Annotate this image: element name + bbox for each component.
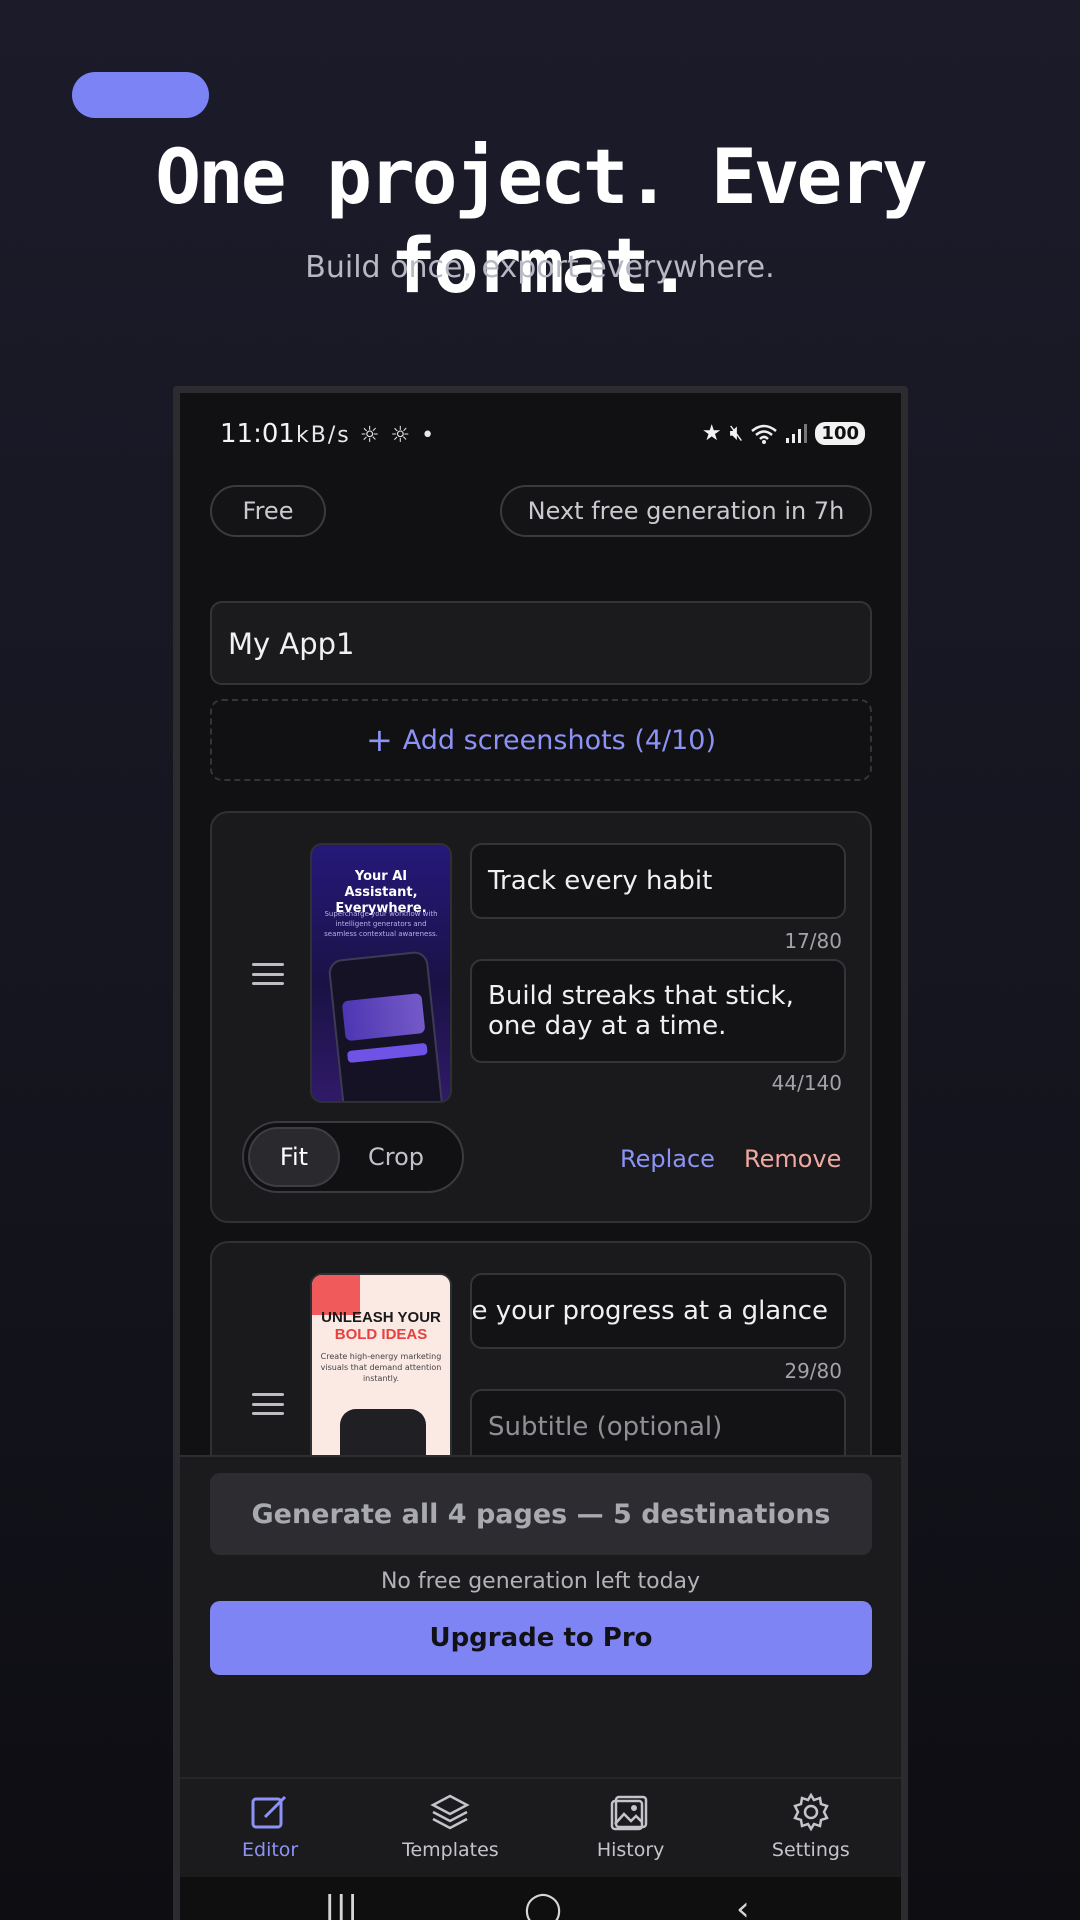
battery-indicator: 100	[815, 422, 865, 445]
star-icon: ★	[701, 421, 722, 446]
fit-crop-toggle: Fit Crop	[242, 1121, 464, 1193]
nav-item-history[interactable]: History	[541, 1779, 721, 1877]
gallery-icon	[610, 1795, 647, 1831]
add-screenshots-button[interactable]: + Add screenshots (4/10)	[210, 699, 872, 781]
upgrade-button[interactable]: Upgrade to Pro	[210, 1601, 872, 1675]
recent-apps-icon[interactable]: |||	[324, 1889, 358, 1920]
fit-option[interactable]: Fit	[248, 1127, 340, 1187]
add-screenshots-label: Add screenshots (4/10)	[402, 724, 717, 756]
nav-label: History	[596, 1839, 665, 1861]
nav-item-editor[interactable]: Editor	[180, 1779, 360, 1877]
edit-icon	[251, 1795, 287, 1829]
signal-icon	[786, 423, 808, 443]
wifi-icon	[751, 424, 778, 444]
layers-icon	[430, 1794, 471, 1830]
gear-icon	[793, 1792, 829, 1832]
thumbnail-title: UNLEASH YOUR BOLD IDEAS	[312, 1309, 450, 1343]
nav-label: Settings	[771, 1839, 850, 1861]
phone-frame: 11:01 kB/s ☼ ☼ • ★ 🔇︎ 100 Free Next free…	[173, 386, 908, 1920]
hero-accent-pill	[72, 72, 209, 118]
replace-button[interactable]: Replace	[620, 1145, 715, 1173]
nav-label: Editor	[242, 1839, 299, 1861]
drag-handle-icon[interactable]	[252, 1393, 284, 1415]
project-name-input[interactable]: My App1	[210, 601, 872, 685]
generate-panel: Generate all 4 pages — 5 destinations No…	[180, 1455, 901, 1815]
back-icon[interactable]: ‹	[736, 1889, 750, 1920]
plan-chip[interactable]: Free	[210, 485, 326, 537]
subtitle-input[interactable]: Build streaks that stick, one day at a t…	[470, 959, 846, 1063]
drag-handle-icon[interactable]	[252, 963, 284, 985]
plus-icon: +	[365, 721, 393, 759]
mute-icon: 🔇︎	[729, 421, 744, 446]
status-bar: 11:01 kB/s ☼ ☼ • ★ 🔇︎ 100	[220, 419, 865, 455]
remove-button[interactable]: Remove	[744, 1145, 841, 1173]
thumbnail-subtitle: Supercharge your workflow with intellige…	[324, 910, 438, 938]
next-generation-chip: Next free generation in 7h	[500, 485, 872, 537]
title-counter: 17/80	[784, 929, 842, 953]
title-counter: 29/80	[784, 1359, 842, 1383]
title-input[interactable]: See your progress at a glance	[470, 1273, 846, 1349]
thumbnail-title-line-1: UNLEASH YOUR	[321, 1309, 441, 1326]
title-input[interactable]: Track every habit	[470, 843, 846, 919]
thumbnail-title-line-2: BOLD IDEAS	[334, 1326, 428, 1343]
subtitle-counter: 44/140	[771, 1071, 842, 1095]
status-left-icons: kB/s ☼ ☼ •	[296, 423, 437, 448]
nav-item-templates[interactable]: Templates	[360, 1779, 540, 1877]
screenshot-card: Your AI Assistant, Everywhere. Superchar…	[210, 811, 872, 1223]
generate-all-button[interactable]: Generate all 4 pages — 5 destinations	[210, 1473, 872, 1555]
nav-item-settings[interactable]: Settings	[721, 1779, 901, 1877]
app-screen: 11:01 kB/s ☼ ☼ • ★ 🔇︎ 100 Free Next free…	[180, 393, 901, 1920]
crop-option[interactable]: Crop	[340, 1127, 452, 1187]
thumbnail-device-image	[327, 950, 445, 1101]
status-right-icons: ★ 🔇︎ 100	[702, 421, 865, 446]
status-time: 11:01	[220, 419, 295, 449]
nav-label: Templates	[402, 1839, 499, 1861]
thumbnail-subtitle: Create high-energy marketing visuals tha…	[320, 1352, 442, 1383]
bottom-navigation: Editor Templates History Settings	[180, 1777, 901, 1877]
hero-subhead: Build once, export everywhere.	[305, 250, 775, 285]
system-navigation-bar: ||| ◯ ‹	[180, 1877, 901, 1920]
home-icon[interactable]: ◯	[524, 1889, 562, 1920]
screenshot-thumbnail[interactable]: Your AI Assistant, Everywhere. Superchar…	[310, 843, 452, 1103]
title-input-value: See your progress at a glance	[470, 1296, 828, 1326]
no-free-generation-notice: No free generation left today	[380, 1569, 701, 1594]
